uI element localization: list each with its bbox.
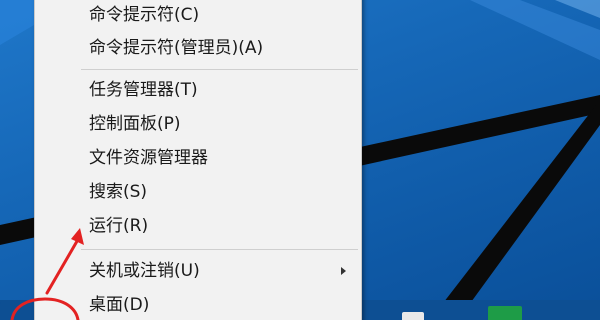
desktop-background: 命令提示符(C) 命令提示符(管理员)(A) 任务管理器(T) 控制面板(P) … bbox=[0, 0, 600, 320]
menu-item-command-prompt-admin[interactable]: 命令提示符(管理员)(A) bbox=[36, 33, 358, 63]
taskbar-app-tile[interactable] bbox=[488, 306, 522, 320]
menu-item-desktop[interactable]: 桌面(D) bbox=[36, 290, 358, 320]
menu-item-label: 命令提示符(C) bbox=[89, 5, 200, 25]
menu-item-label: 运行(R) bbox=[89, 216, 149, 236]
start-button[interactable] bbox=[0, 302, 36, 320]
start-context-menu: 命令提示符(C) 命令提示符(管理员)(A) 任务管理器(T) 控制面板(P) … bbox=[34, 0, 362, 320]
chevron-right-icon bbox=[341, 267, 346, 275]
menu-item-label: 文件资源管理器 bbox=[89, 148, 208, 168]
menu-item-label: 任务管理器(T) bbox=[89, 80, 198, 100]
menu-separator bbox=[81, 69, 358, 70]
menu-item-file-explorer[interactable]: 文件资源管理器 bbox=[36, 143, 358, 173]
menu-separator bbox=[81, 249, 358, 250]
menu-item-label: 搜索(S) bbox=[89, 182, 148, 202]
menu-item-command-prompt[interactable]: 命令提示符(C) bbox=[36, 0, 358, 30]
menu-item-label: 控制面板(P) bbox=[89, 114, 181, 134]
menu-item-run[interactable]: 运行(R) bbox=[36, 211, 358, 241]
menu-item-control-panel[interactable]: 控制面板(P) bbox=[36, 109, 358, 139]
menu-item-label: 关机或注销(U) bbox=[89, 261, 200, 281]
taskbar-app-tile-white[interactable] bbox=[402, 312, 424, 320]
menu-item-shutdown-signout[interactable]: 关机或注销(U) bbox=[36, 256, 358, 286]
menu-item-search[interactable]: 搜索(S) bbox=[36, 177, 358, 207]
menu-item-label: 命令提示符(管理员)(A) bbox=[89, 38, 264, 58]
menu-item-task-manager[interactable]: 任务管理器(T) bbox=[36, 75, 358, 105]
menu-item-label: 桌面(D) bbox=[89, 295, 150, 315]
